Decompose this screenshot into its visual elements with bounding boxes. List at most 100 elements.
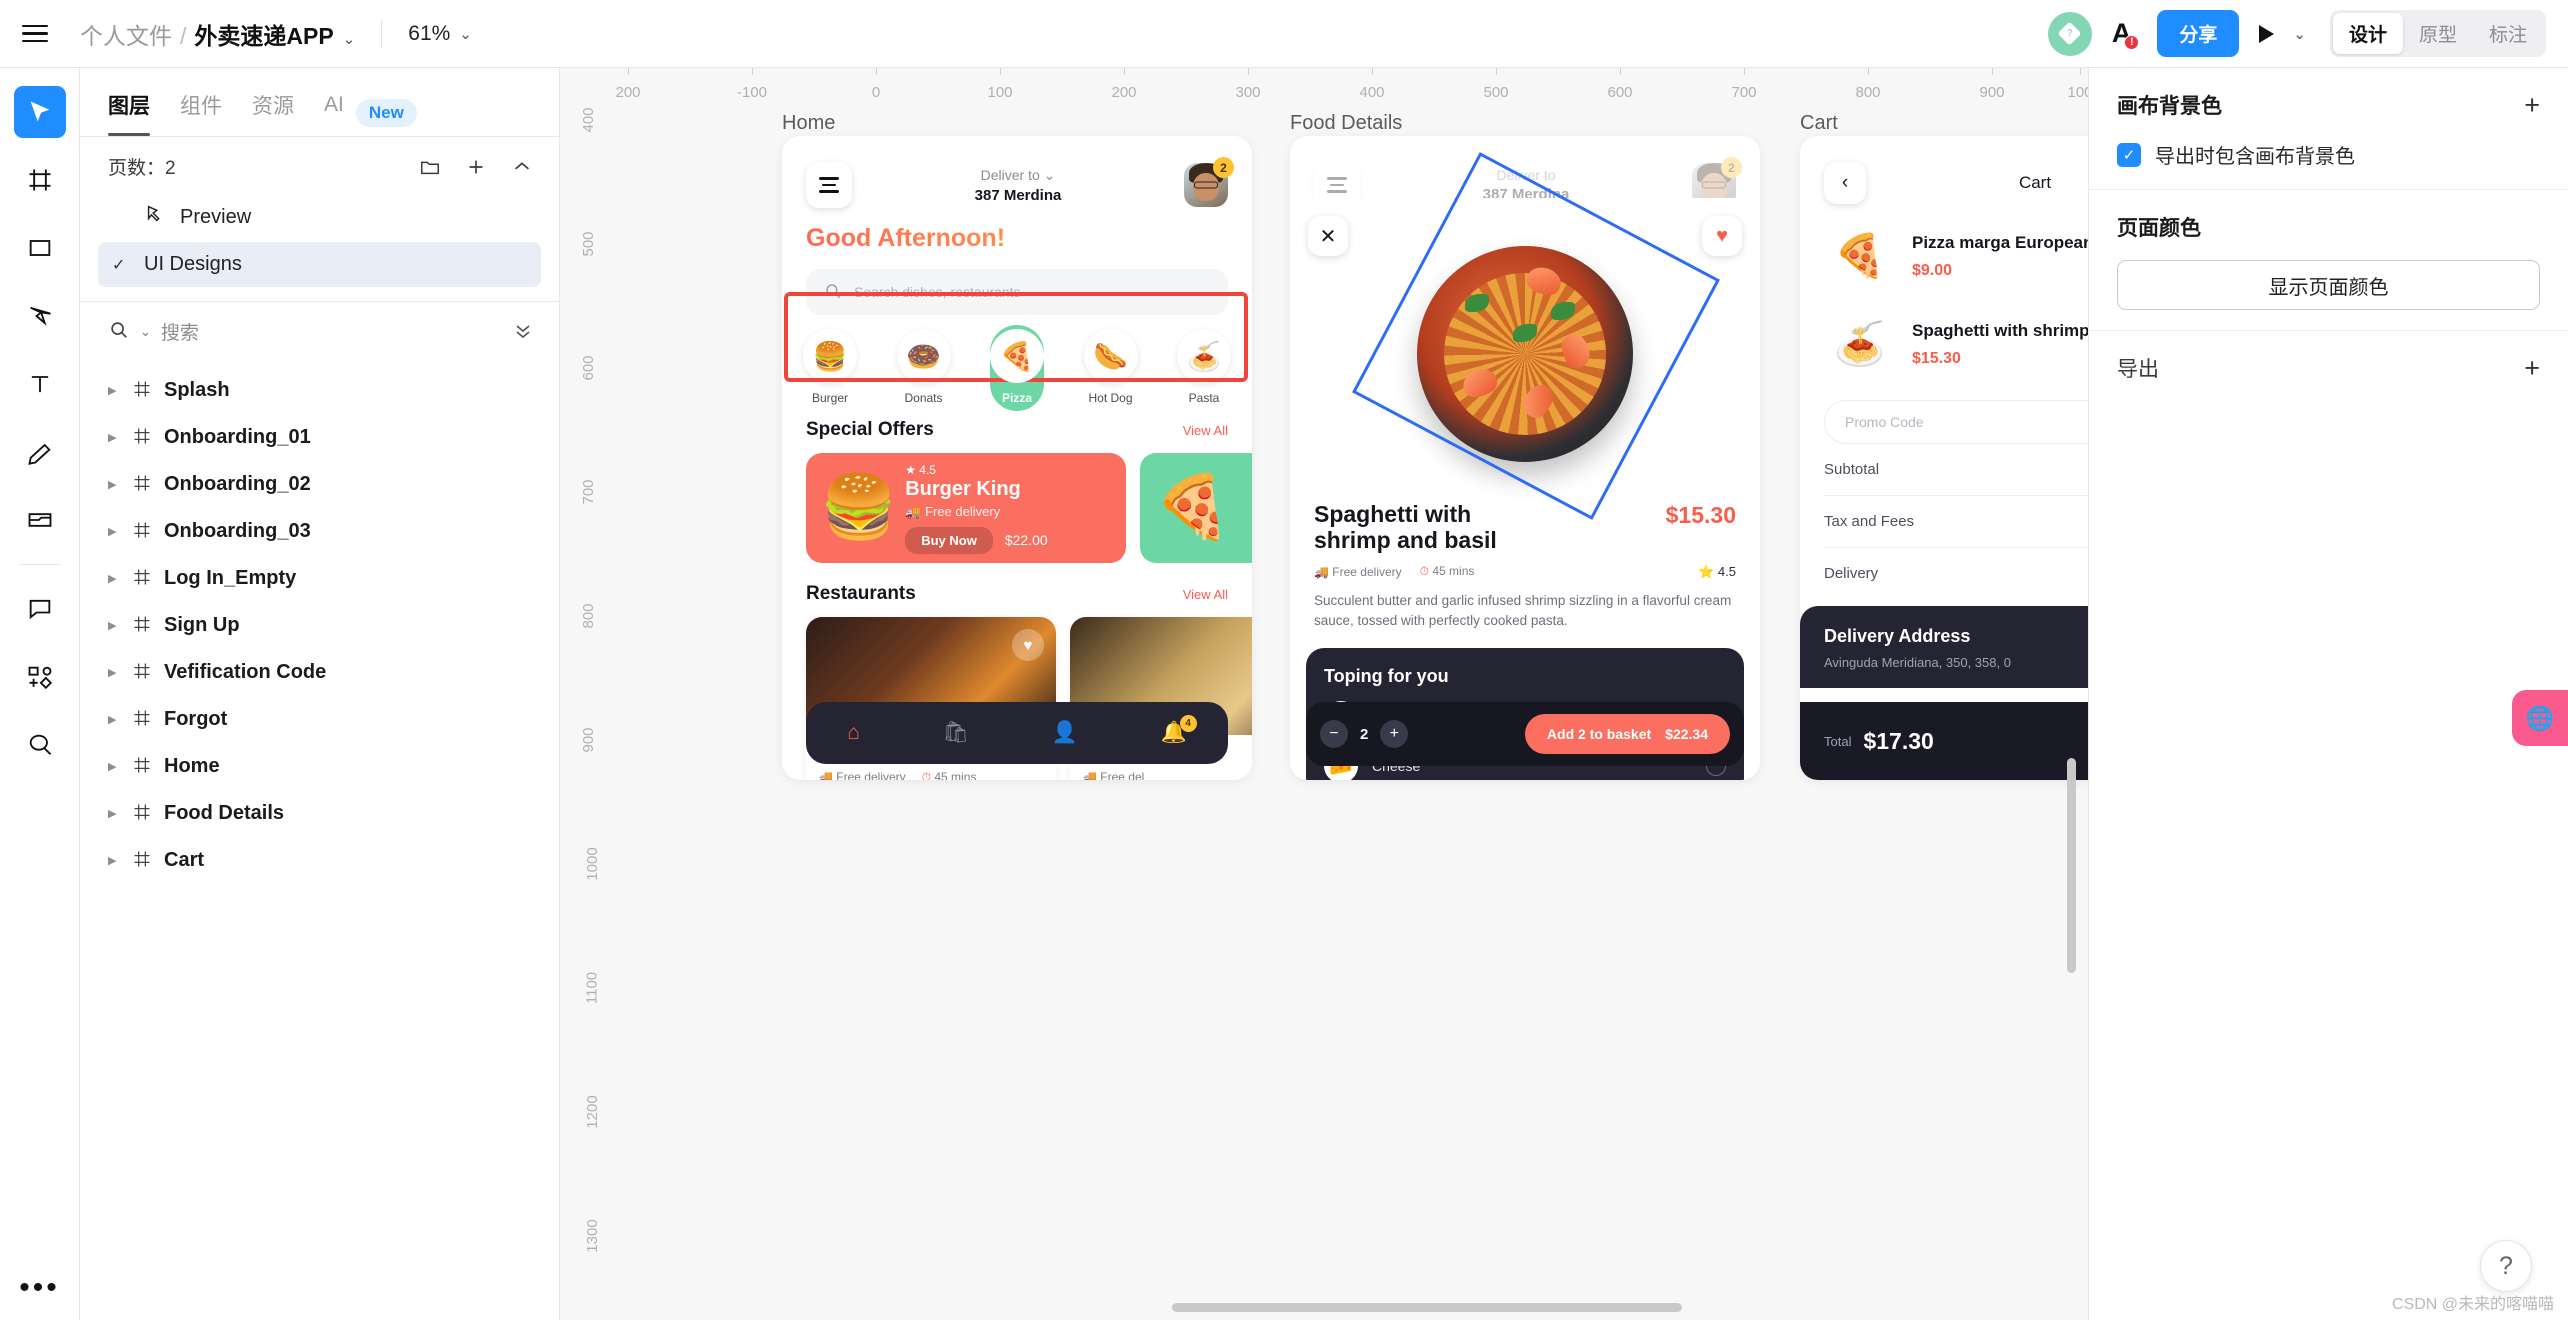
- question-icon[interactable]: ?: [2480, 1240, 2532, 1292]
- breadcrumb-current[interactable]: 外卖速递APP: [194, 17, 333, 51]
- frame-label-food-details[interactable]: Food Details: [1290, 112, 1402, 135]
- layer-item[interactable]: ▶ Cart: [80, 837, 559, 884]
- export-background-checkbox[interactable]: ✓: [2117, 142, 2141, 167]
- chevron-right-icon[interactable]: ▶: [108, 431, 120, 444]
- chevron-right-icon[interactable]: ▶: [108, 478, 120, 491]
- layer-item[interactable]: ▶ Onboarding_02: [80, 461, 559, 508]
- add-export-icon[interactable]: +: [2524, 354, 2540, 381]
- close-icon[interactable]: ✕: [1308, 216, 1348, 256]
- frame-label-cart[interactable]: Cart: [1800, 112, 1838, 135]
- component-tool[interactable]: [14, 651, 66, 703]
- add-to-basket-button[interactable]: Add 2 to basket $22.34: [1524, 714, 1730, 754]
- layer-item[interactable]: ▶ Sign Up: [80, 602, 559, 649]
- frame-tool[interactable]: [14, 154, 66, 206]
- rectangle-tool[interactable]: [14, 222, 66, 274]
- layer-search-row[interactable]: ⌄ 搜索: [80, 302, 559, 359]
- zoom-level-selector[interactable]: 61% ⌄: [408, 22, 472, 46]
- quantity-increase-button[interactable]: +: [1380, 720, 1409, 748]
- more-tools-button[interactable]: •••: [19, 1273, 60, 1303]
- vertical-ruler[interactable]: 400 500 600 700 800 900 1000 1100 1200 1…: [560, 68, 601, 1320]
- category-hotdog[interactable]: 🌭 Hot Dog: [1083, 329, 1139, 405]
- frame-label-home[interactable]: Home: [782, 112, 835, 135]
- chevron-right-icon[interactable]: ▶: [108, 666, 120, 679]
- breadcrumb-root[interactable]: 个人文件: [80, 17, 172, 51]
- bottom-navigation[interactable]: ⌂ 🛍 👤 🔔 4: [806, 702, 1228, 764]
- canvas-horizontal-scrollbar[interactable]: [1172, 1303, 1682, 1312]
- chevron-down-icon[interactable]: ⌄: [2293, 25, 2306, 43]
- image-tool[interactable]: [14, 494, 66, 546]
- delivery-address-panel[interactable]: Delivery Address Avinguda Meridiana, 350…: [1800, 606, 2088, 688]
- layer-item[interactable]: ▶ Forgot: [80, 696, 559, 743]
- offer-card-pizza[interactable]: 🍕: [1140, 453, 1252, 563]
- special-offers-list[interactable]: 🍔 ★ 4.5 Burger King 🚚 Free delivery Buy …: [782, 441, 1252, 569]
- tab-prototype[interactable]: 原型: [2403, 13, 2473, 54]
- chevron-right-icon[interactable]: ▶: [108, 384, 120, 397]
- text-tool[interactable]: [14, 358, 66, 410]
- avatar[interactable]: 2: [1184, 157, 1234, 207]
- tab-ai[interactable]: AI: [324, 93, 344, 133]
- offer-card-burger-king[interactable]: 🍔 ★ 4.5 Burger King 🚚 Free delivery Buy …: [806, 453, 1126, 563]
- page-item-preview[interactable]: Preview: [98, 192, 541, 242]
- view-all-link[interactable]: View All: [1183, 423, 1228, 438]
- nav-bell-icon[interactable]: 🔔 4: [1161, 715, 1197, 745]
- tab-design[interactable]: 设计: [2332, 13, 2403, 54]
- folder-icon[interactable]: [417, 154, 443, 180]
- layer-item[interactable]: ▶ Onboarding_01: [80, 414, 559, 461]
- category-burger[interactable]: 🍔 Burger: [802, 329, 858, 405]
- search-input[interactable]: 搜索: [161, 318, 501, 345]
- layer-item[interactable]: ▶ Splash: [80, 367, 559, 414]
- tab-resources[interactable]: 资源: [252, 90, 294, 136]
- frame-cart[interactable]: ‹ Cart 🍕 Pizza marga European $9.00 🍝 Sp…: [1800, 136, 2088, 780]
- add-canvas-background-icon[interactable]: +: [2524, 91, 2540, 118]
- category-pasta[interactable]: 🍝 Pasta: [1176, 329, 1232, 405]
- translate-icon[interactable]: 🌐: [2512, 690, 2568, 746]
- chevron-right-icon[interactable]: ▶: [108, 760, 120, 773]
- share-button[interactable]: 分享: [2157, 10, 2240, 57]
- chevron-right-icon[interactable]: ▶: [108, 807, 120, 820]
- frame-food-details[interactable]: Deliver to 387 Merdina 2 ✕ ♥ Spaghetti w…: [1290, 136, 1760, 780]
- layer-item[interactable]: ▶ Log In_Empty: [80, 555, 559, 602]
- chevron-up-icon[interactable]: [509, 154, 535, 180]
- search-input[interactable]: Search dishes, restaurants: [806, 269, 1228, 315]
- layer-item[interactable]: ▶ Onboarding_03: [80, 508, 559, 555]
- breadcrumb[interactable]: 个人文件 / 外卖速递APP ⌄: [80, 17, 355, 51]
- pen-tool[interactable]: [14, 290, 66, 342]
- add-page-icon[interactable]: [463, 154, 489, 180]
- layer-item[interactable]: ▶ Home: [80, 743, 559, 790]
- promo-code-input[interactable]: Promo Code: [1824, 400, 2088, 444]
- chevron-right-icon[interactable]: ▶: [108, 572, 120, 585]
- zoom-tool[interactable]: [14, 719, 66, 771]
- hamburger-icon[interactable]: [22, 17, 56, 51]
- cart-item[interactable]: 🍝 Spaghetti with shrimp and $15.30: [1800, 292, 2088, 380]
- heart-icon[interactable]: ♥: [1702, 216, 1742, 256]
- tab-annotation[interactable]: 标注: [2473, 13, 2543, 54]
- layer-item[interactable]: ▶ Vefification Code: [80, 649, 559, 696]
- chevron-down-icon[interactable]: ⌄: [343, 30, 356, 48]
- cursor-tool[interactable]: [13, 86, 66, 138]
- chevron-right-icon[interactable]: ▶: [108, 854, 120, 867]
- deliver-to-selector[interactable]: Deliver to ⌄ 387 Merdina: [852, 167, 1184, 204]
- pencil-tool[interactable]: [14, 426, 66, 478]
- comment-tool[interactable]: [14, 583, 66, 635]
- export-background-row[interactable]: ✓ 导出时包含画布背景色: [2117, 140, 2540, 169]
- tab-layers[interactable]: 图层: [108, 90, 150, 136]
- category-donats[interactable]: 🍩 Donats: [896, 329, 952, 405]
- show-page-color-button[interactable]: 显示页面颜色: [2117, 260, 2540, 310]
- chevron-right-icon[interactable]: ▶: [108, 525, 120, 538]
- menu-icon[interactable]: [806, 162, 852, 208]
- collapse-all-icon[interactable]: [511, 318, 535, 345]
- nav-bag-icon[interactable]: 🛍: [943, 721, 970, 745]
- canvas-vertical-scrollbar[interactable]: [2067, 758, 2076, 973]
- chevron-right-icon[interactable]: ▶: [108, 619, 120, 632]
- category-pizza[interactable]: 🍕 Pizza: [989, 325, 1045, 411]
- cart-item[interactable]: 🍕 Pizza marga European $9.00: [1800, 204, 2088, 292]
- diamond-badge-icon[interactable]: ?: [2047, 11, 2092, 56]
- view-all-link[interactable]: View All: [1183, 587, 1228, 602]
- chevron-right-icon[interactable]: ▶: [108, 713, 120, 726]
- layer-item[interactable]: ▶ Food Details: [80, 790, 559, 837]
- nav-home-icon[interactable]: ⌂: [847, 721, 860, 745]
- chevron-down-icon[interactable]: ⌄: [459, 25, 472, 43]
- page-item-ui-designs[interactable]: ✓ UI Designs: [98, 242, 541, 287]
- tab-components[interactable]: 组件: [180, 90, 222, 136]
- font-alert-icon[interactable]: A !: [2112, 20, 2140, 50]
